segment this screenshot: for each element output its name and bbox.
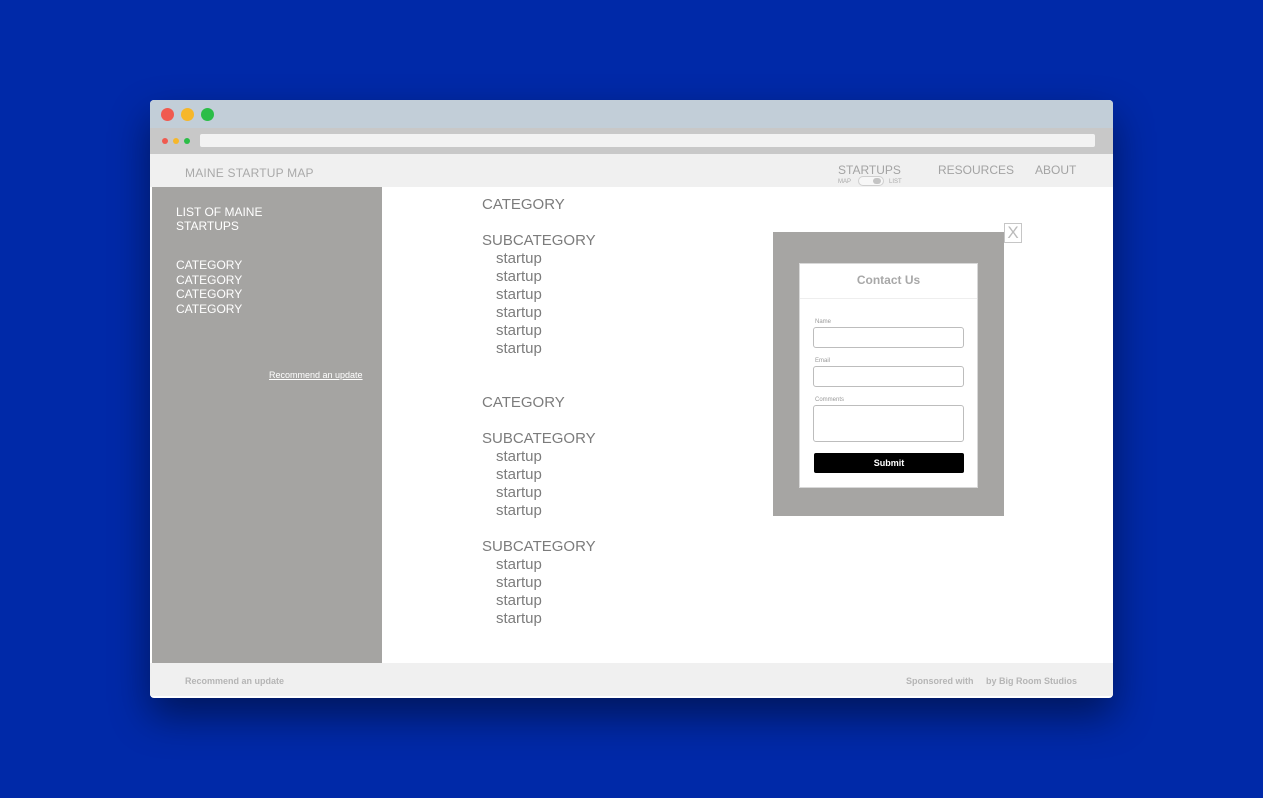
footer-sponsored-text: Sponsored with bbox=[906, 676, 974, 686]
startup-item[interactable]: startup bbox=[496, 484, 542, 501]
startup-item[interactable]: startup bbox=[496, 592, 542, 609]
subcategory-heading: SUBCATEGORY bbox=[482, 232, 596, 249]
site-logo[interactable]: MAINE STARTUP MAP bbox=[185, 166, 314, 180]
footer-recommend-link[interactable]: Recommend an update bbox=[185, 676, 284, 686]
email-label: Email bbox=[815, 358, 831, 364]
sidebar-category[interactable]: CATEGORY bbox=[176, 258, 242, 273]
startup-item[interactable]: startup bbox=[496, 502, 542, 519]
sidebar-category[interactable]: CATEGORY bbox=[176, 302, 242, 317]
name-label: Name bbox=[815, 319, 832, 325]
footer-credit-link[interactable]: by Big Room Studios bbox=[986, 676, 1077, 686]
sidebar: LIST OF MAINE STARTUPS CATEGORY CATEGORY… bbox=[152, 187, 382, 663]
zoom-window-icon[interactable] bbox=[201, 108, 214, 121]
contact-form-title: Contact Us bbox=[800, 264, 977, 299]
comments-label: Comments bbox=[815, 397, 845, 403]
toggle-knob bbox=[873, 178, 881, 184]
toggle-list-label: LIST bbox=[889, 179, 902, 185]
subcategory-heading: SUBCATEGORY bbox=[482, 538, 596, 555]
window-titlebar bbox=[150, 100, 1113, 128]
nav-about[interactable]: ABOUT bbox=[1035, 163, 1076, 177]
subcategory-heading: SUBCATEGORY bbox=[482, 430, 596, 447]
toggle-switch[interactable] bbox=[858, 176, 884, 186]
toggle-map-label: MAP bbox=[838, 179, 852, 185]
startup-item[interactable]: startup bbox=[496, 322, 542, 339]
close-modal-button[interactable]: X bbox=[1004, 223, 1022, 243]
startup-item[interactable]: startup bbox=[496, 340, 542, 357]
submit-button[interactable]: Submit bbox=[814, 453, 964, 473]
startup-item[interactable]: startup bbox=[496, 268, 542, 285]
startup-item[interactable]: startup bbox=[496, 574, 542, 591]
toolbar-red-dot-icon bbox=[162, 138, 168, 144]
toolbar-yellow-dot-icon bbox=[173, 138, 179, 144]
toolbar-green-dot-icon bbox=[184, 138, 190, 144]
startup-item[interactable]: startup bbox=[496, 556, 542, 573]
email-field[interactable] bbox=[813, 366, 964, 387]
browser-window: MAINE STARTUP MAP STARTUPS MAP LIST RESO… bbox=[150, 100, 1113, 698]
category-heading: CATEGORY bbox=[482, 394, 565, 411]
close-window-icon[interactable] bbox=[161, 108, 174, 121]
sidebar-title: LIST OF MAINE STARTUPS bbox=[176, 205, 263, 233]
sidebar-recommend-link[interactable]: Recommend an update bbox=[269, 370, 363, 380]
startup-item[interactable]: startup bbox=[496, 466, 542, 483]
contact-form: Contact Us Name Email Comments Submit bbox=[799, 263, 978, 488]
name-field[interactable] bbox=[813, 327, 964, 348]
startup-item[interactable]: startup bbox=[496, 448, 542, 465]
browser-toolbar bbox=[150, 128, 1113, 154]
sidebar-category[interactable]: CATEGORY bbox=[176, 273, 242, 288]
site-footer: Recommend an update Sponsored with by Bi… bbox=[150, 663, 1113, 696]
nav-startups[interactable]: STARTUPS bbox=[838, 163, 901, 177]
nav-resources[interactable]: RESOURCES bbox=[938, 163, 1014, 177]
startup-item[interactable]: startup bbox=[496, 286, 542, 303]
comments-field[interactable] bbox=[813, 405, 964, 442]
category-heading: CATEGORY bbox=[482, 196, 565, 213]
minimize-window-icon[interactable] bbox=[181, 108, 194, 121]
sidebar-category-list: CATEGORY CATEGORY CATEGORY CATEGORY bbox=[176, 258, 242, 317]
startup-item[interactable]: startup bbox=[496, 304, 542, 321]
address-bar[interactable] bbox=[200, 134, 1095, 147]
startup-item[interactable]: startup bbox=[496, 610, 542, 627]
startup-item[interactable]: startup bbox=[496, 250, 542, 267]
sidebar-category[interactable]: CATEGORY bbox=[176, 287, 242, 302]
site-header: MAINE STARTUP MAP STARTUPS MAP LIST RESO… bbox=[150, 154, 1113, 187]
